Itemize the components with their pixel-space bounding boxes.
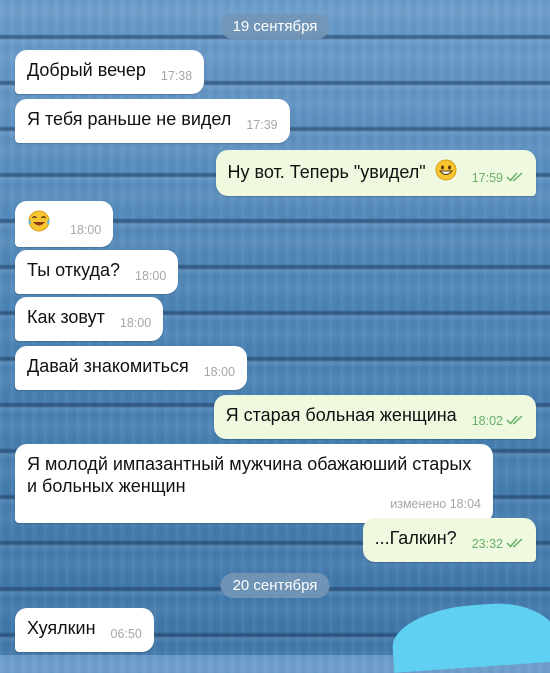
face-with-tears-of-joy-emoji-icon (27, 209, 51, 238)
message-meta: 06:50 (111, 623, 142, 645)
message-meta: 18:00 (135, 265, 166, 287)
incoming-message[interactable]: Давай знакомиться 18:00 (15, 346, 248, 390)
outgoing-message[interactable]: ...Галкин? 23:32 (362, 518, 536, 562)
chat-background: 19 сентября Добрый вечер 17:38 Я тебя ра… (0, 0, 550, 673)
message-meta: 18:00 (204, 361, 235, 383)
redaction-scribble (390, 599, 550, 673)
message-meta: 18:02 (472, 410, 524, 432)
message-text: Я тебя раньше не видел (27, 109, 232, 129)
message-text: Я молодй импазантный мужчина обажаюший с… (27, 454, 472, 496)
read-ticks-icon (506, 533, 524, 555)
message-text: Я старая больная женщина (225, 405, 457, 425)
message-meta: 18:00 (120, 312, 151, 334)
date-separator-label: 19 сентября (232, 18, 318, 35)
message-time: 23:32 (471, 537, 503, 551)
incoming-message[interactable]: 18:00 (15, 201, 114, 247)
date-separator: 19 сентября (220, 14, 330, 39)
read-ticks-icon (506, 167, 524, 189)
incoming-message[interactable]: Как зовут 18:00 (15, 297, 164, 341)
incoming-message[interactable]: Ты откуда? 18:00 (15, 250, 179, 294)
message-time: 18:00 (119, 316, 152, 330)
message-text: Как зовут (27, 307, 105, 327)
message-text: Ты откуда? (27, 260, 121, 280)
grinning-face-emoji-icon (435, 159, 457, 186)
read-ticks-icon (506, 410, 524, 432)
message-text: Давай знакомиться (27, 356, 189, 376)
message-time: 18:00 (70, 223, 102, 237)
message-meta: 17:38 (161, 65, 192, 87)
message-time: 18:04 (449, 497, 481, 511)
message-time: 17:39 (246, 118, 278, 132)
message-text: Хуялкин (27, 618, 96, 638)
message-meta: 17:59 (472, 167, 524, 189)
message-meta: 17:39 (246, 114, 277, 136)
outgoing-message[interactable]: Я старая больная женщина 18:02 (213, 395, 536, 439)
message-meta: 18:00 (70, 219, 101, 241)
message-time: 17:59 (471, 171, 503, 185)
message-time: 17:38 (160, 69, 193, 83)
date-separator-label: 20 сентября (232, 577, 318, 594)
date-separator: 20 сентября (220, 573, 330, 598)
incoming-message[interactable]: Я тебя раньше не видел 17:39 (15, 99, 290, 143)
message-time: 18:02 (471, 414, 503, 428)
message-time: 06:50 (110, 627, 142, 641)
message-time: 18:00 (135, 269, 167, 283)
message-text: ...Галкин? (374, 528, 457, 548)
incoming-message[interactable]: Хуялкин 06:50 (15, 608, 154, 652)
outgoing-message[interactable]: Ну вот. Теперь "увидел" 17:59 (215, 150, 536, 196)
message-meta: 23:32 (472, 533, 524, 555)
message-text: Добрый вечер (27, 60, 146, 80)
incoming-message[interactable]: Добрый вечер 17:38 (15, 50, 205, 94)
incoming-message[interactable]: Я молодй импазантный мужчина обажаюший с… (15, 444, 493, 523)
message-text: Ну вот. Теперь "увидел" (227, 162, 426, 182)
message-time: 18:00 (203, 365, 236, 379)
edited-label: изменено (390, 497, 447, 511)
